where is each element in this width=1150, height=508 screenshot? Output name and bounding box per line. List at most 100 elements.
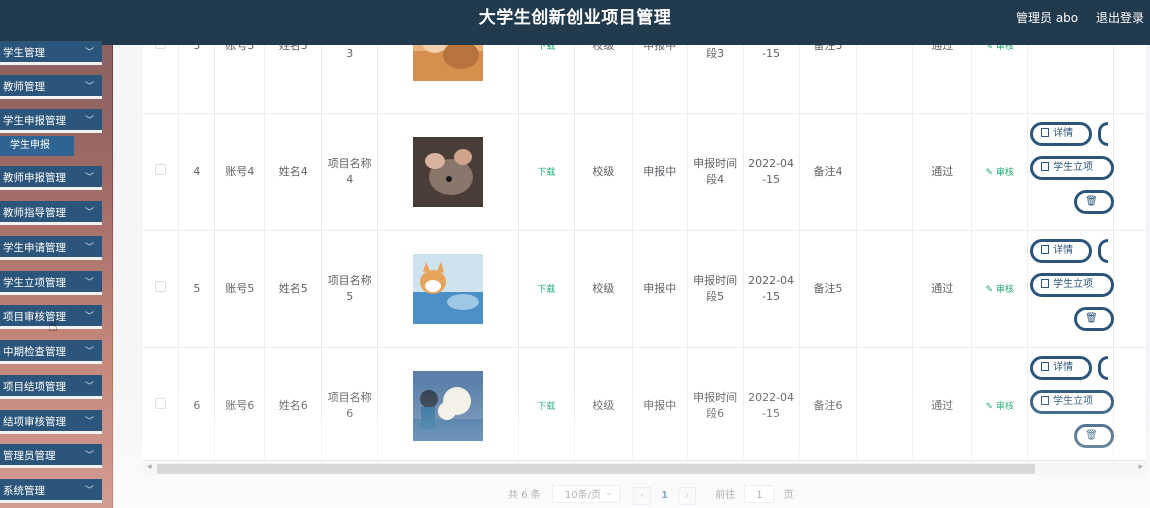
sidebar-item-teacher-guide[interactable]: 教师指导管理 ﹀ bbox=[0, 201, 102, 225]
edit-icon: ✎ bbox=[985, 401, 996, 412]
delete-button[interactable]: 🗑 bbox=[1074, 190, 1115, 214]
scroll-right-icon[interactable]: ▸ bbox=[1138, 462, 1143, 472]
chevron-down-icon: ﹀ bbox=[84, 417, 94, 427]
scrollbar-thumb[interactable] bbox=[157, 464, 1035, 474]
index-cell: 4 bbox=[178, 113, 216, 231]
chevron-down-icon: ﹀ bbox=[84, 208, 94, 218]
status-value: 申报中 bbox=[643, 165, 677, 178]
extra-button[interactable] bbox=[1098, 239, 1109, 263]
detail-button[interactable]: 详情 bbox=[1030, 239, 1093, 263]
sidebar-item-system[interactable]: 系统管理 ﹀ bbox=[0, 479, 102, 503]
project-cell: 项目名称3 bbox=[321, 45, 379, 114]
approve-button[interactable]: 学生立项 bbox=[1030, 273, 1115, 297]
audit-link[interactable]: ✎ 审核 bbox=[985, 168, 1013, 178]
logout-link[interactable]: 退出登录 bbox=[1096, 11, 1144, 25]
sidebar-item-student-apply[interactable]: 学生申请管理 ﹀ bbox=[0, 236, 102, 260]
table-row[interactable]: 6 账号6 姓名6 项目名称6 下载 校级 申报中 申报时间段6 2022-04-15 备注6 通过… bbox=[143, 347, 1147, 460]
operation-cell: 详情学生立项 🗑 bbox=[1027, 347, 1115, 460]
submenu-item-student-declare[interactable]: 学生申报 bbox=[0, 136, 74, 156]
download-cell: 下载 bbox=[518, 113, 575, 231]
goto-label: 前往 bbox=[715, 490, 736, 501]
period-cell: 申报时间段6 bbox=[687, 347, 744, 460]
extra-button[interactable] bbox=[1098, 356, 1109, 380]
account-cell: 账号6 bbox=[214, 347, 266, 460]
name-cell: 姓名6 bbox=[264, 347, 323, 460]
sidebar-item-student-project[interactable]: 学生立项管理 ﹀ bbox=[0, 271, 102, 295]
table-row[interactable]: 4 账号4 姓名4 项目名称4 下载 校级 申报中 申报时间段4 2022-04-15 备注4 通过… bbox=[143, 113, 1147, 231]
sidebar-item-teacher[interactable]: 教师管理 ﹀ bbox=[0, 75, 102, 99]
status-value: 申报中 bbox=[643, 282, 677, 295]
sidebar-item-student-declare[interactable]: 学生申报管理 ﹀ bbox=[0, 109, 102, 133]
detail-button[interactable]: 详情 bbox=[1030, 122, 1093, 146]
sidebar-item-label: 教师申报管理 bbox=[3, 172, 66, 184]
chevron-down-icon: ﹀ bbox=[84, 486, 94, 496]
document-icon bbox=[1041, 162, 1050, 171]
next-page-button[interactable]: › bbox=[678, 487, 697, 505]
scroll-left-icon[interactable]: ◂ bbox=[147, 462, 152, 472]
row-checkbox[interactable] bbox=[155, 281, 167, 292]
table-row[interactable]: 5 账号5 姓名5 项目名称5 下载 校级 申报中 申报时间段5 2022-04-15 备注5 通过… bbox=[143, 230, 1147, 348]
current-user[interactable]: 管理员 abo bbox=[1016, 11, 1078, 25]
download-link[interactable]: 下载 bbox=[537, 402, 555, 412]
horizontal-scrollbar[interactable]: ◂ ▸ bbox=[143, 460, 1147, 476]
overflow-cell bbox=[1113, 113, 1147, 231]
edit-icon: ✎ bbox=[985, 284, 996, 295]
row-checkbox[interactable] bbox=[155, 164, 167, 175]
level-cell: 校级 bbox=[574, 347, 633, 460]
detail-button[interactable]: 详情 bbox=[1030, 356, 1093, 380]
empty-cell bbox=[856, 347, 914, 460]
delete-button[interactable]: 🗑 bbox=[1074, 424, 1115, 448]
row-checkbox[interactable] bbox=[155, 45, 167, 49]
audit-link[interactable]: ✎ 审核 bbox=[985, 402, 1013, 412]
checkbox-cell bbox=[143, 347, 180, 460]
table-row[interactable]: 3 账号3 姓名3 项目名称3 下载 校级 申报中 申报时间段3 2022-04-15 备注3 通过… bbox=[143, 45, 1147, 114]
sidebar-item-teacher-declare[interactable]: 教师申报管理 ﹀ bbox=[0, 166, 102, 190]
project-cell: 项目名称6 bbox=[321, 347, 379, 460]
approve-button[interactable]: 学生立项 bbox=[1030, 390, 1115, 414]
chevron-down-icon: ﹀ bbox=[84, 173, 94, 183]
download-link[interactable]: 下载 bbox=[537, 45, 555, 52]
sidebar-item-student[interactable]: 学生管理 ﹀ bbox=[0, 41, 102, 65]
sidebar-item-close-review[interactable]: 结项审核管理 ﹀ bbox=[0, 410, 102, 434]
result-value: 通过 bbox=[931, 45, 954, 52]
image-cell bbox=[377, 347, 519, 460]
page-unit-label: 页 bbox=[783, 490, 794, 501]
page-size-select[interactable]: 10条/页 bbox=[551, 483, 620, 503]
remark-value: 备注6 bbox=[813, 399, 843, 412]
remark-value: 备注3 bbox=[813, 45, 843, 52]
chevron-down-icon: ﹀ bbox=[84, 48, 94, 58]
sidebar-item-midterm-check[interactable]: 中期检查管理 ﹀ bbox=[0, 340, 102, 364]
audit-link[interactable]: ✎ 审核 bbox=[985, 45, 1013, 52]
goto-page-input[interactable]: 1 bbox=[744, 485, 775, 503]
sidebar-item-label: 中期检查管理 bbox=[3, 346, 66, 358]
project-name-value: 项目名称4 bbox=[327, 157, 372, 186]
account-cell: 账号4 bbox=[214, 113, 266, 231]
chevron-down-icon: ﹀ bbox=[84, 312, 94, 322]
download-link[interactable]: 下载 bbox=[537, 285, 555, 295]
account-value: 账号3 bbox=[225, 45, 255, 52]
remark-value: 备注4 bbox=[813, 165, 843, 178]
pagination: 共 6 条 10条/页 ‹1› 前往 1 页 bbox=[508, 483, 794, 505]
audit-link[interactable]: ✎ 审核 bbox=[985, 285, 1013, 295]
sidebar-item-project-close[interactable]: 项目结项管理 ﹀ bbox=[0, 375, 102, 399]
level-cell: 校级 bbox=[574, 230, 633, 348]
edit-icon: ✎ bbox=[985, 45, 996, 52]
approve-button[interactable]: 学生立项 bbox=[1030, 156, 1115, 180]
delete-button[interactable]: 🗑 bbox=[1074, 307, 1115, 331]
extra-button[interactable] bbox=[1098, 122, 1109, 146]
date-value: 2022-04-15 bbox=[748, 157, 795, 186]
status-value: 申报中 bbox=[643, 45, 677, 52]
sidebar: 学生管理 ﹀ 教师管理 ﹀ 学生申报管理 ﹀ 学生申报 教师申报管理 ﹀ 教师指导管理 ﹀… bbox=[0, 41, 112, 508]
project-name-value: 项目名称3 bbox=[346, 47, 354, 60]
prev-page-button[interactable]: ‹ bbox=[633, 487, 652, 505]
checkbox-cell bbox=[143, 113, 180, 231]
audit-label: 审核 bbox=[995, 284, 1014, 295]
main-content: 3账号3姓名3项目名称3下载校级申报中申报时间段32022-04-15备注3通过… bbox=[113, 45, 1150, 508]
page-number[interactable]: 1 bbox=[653, 490, 676, 501]
row-checkbox[interactable] bbox=[155, 398, 167, 409]
row-index: 5 bbox=[193, 282, 201, 295]
date-value: 2022-04-15 bbox=[748, 391, 795, 420]
sidebar-item-admin[interactable]: 管理员管理 ﹀ bbox=[0, 444, 102, 468]
edit-icon: ✎ bbox=[985, 167, 996, 178]
download-link[interactable]: 下载 bbox=[537, 168, 555, 178]
